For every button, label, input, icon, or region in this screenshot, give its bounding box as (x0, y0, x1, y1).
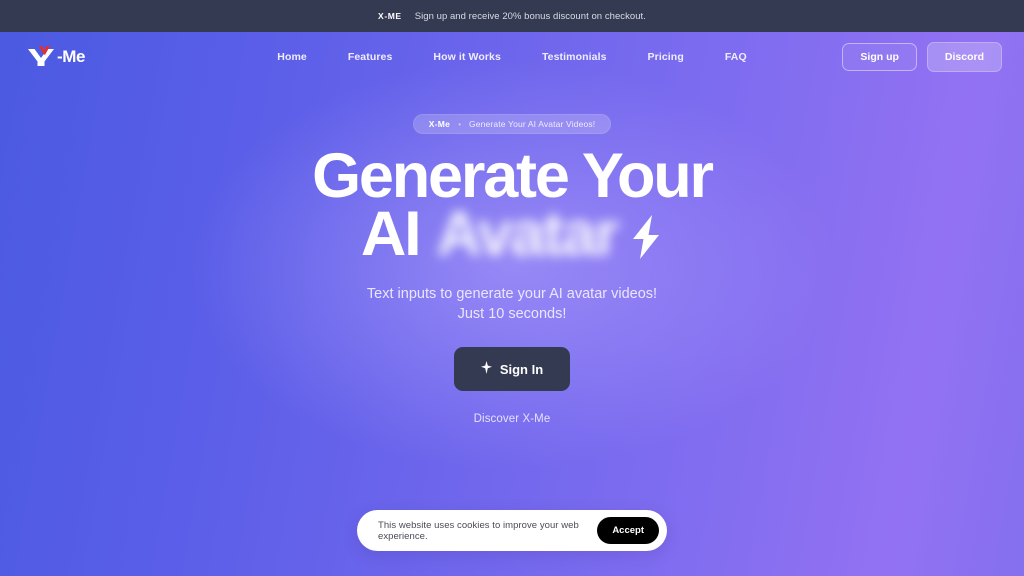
hero-subtitle-line-2: Just 10 seconds! (457, 306, 567, 323)
hero-subtitle: Text inputs to generate your AI avatar v… (367, 284, 657, 325)
cookie-banner: This website uses cookies to improve you… (357, 510, 667, 551)
announcement-message: Sign up and receive 20% bonus discount o… (414, 10, 646, 22)
page-title: Generate Your AI Avatar (312, 141, 714, 269)
sign-in-button-label: Sign In (499, 361, 544, 377)
headline-ai-word: AI (360, 198, 422, 269)
announcement-bar[interactable]: X-ME Sign up and receive 20% bonus disco… (0, 0, 1024, 32)
cookie-message: This website uses cookies to improve you… (378, 519, 579, 542)
announcement-brand: X-ME (378, 11, 402, 21)
headline-avatar-word: Avatar (436, 198, 620, 269)
hero-badge-separator: • (458, 119, 462, 129)
lightning-bolt-icon (629, 214, 663, 260)
hero-section: X-Me • Generate Your AI Avatar Videos! G… (0, 32, 1024, 425)
hero-badge-brand: X-Me (428, 119, 451, 129)
headline-line-2: AI Avatar (312, 198, 712, 269)
cookie-accept-button[interactable]: Accept (597, 517, 659, 544)
headline-line-1: Generate Your (312, 141, 714, 211)
hero-badge-text: Generate Your AI Avatar Videos! (469, 119, 596, 129)
hero-badge[interactable]: X-Me • Generate Your AI Avatar Videos! (412, 114, 612, 134)
hero-subtitle-line-1: Text inputs to generate your AI avatar v… (366, 285, 658, 302)
sparkle-icon (480, 361, 492, 377)
discover-link[interactable]: Discover X-Me (474, 413, 551, 425)
sign-in-button[interactable]: Sign In (453, 347, 571, 392)
landing-page: X-ME Sign up and receive 20% bonus disco… (0, 0, 1024, 576)
